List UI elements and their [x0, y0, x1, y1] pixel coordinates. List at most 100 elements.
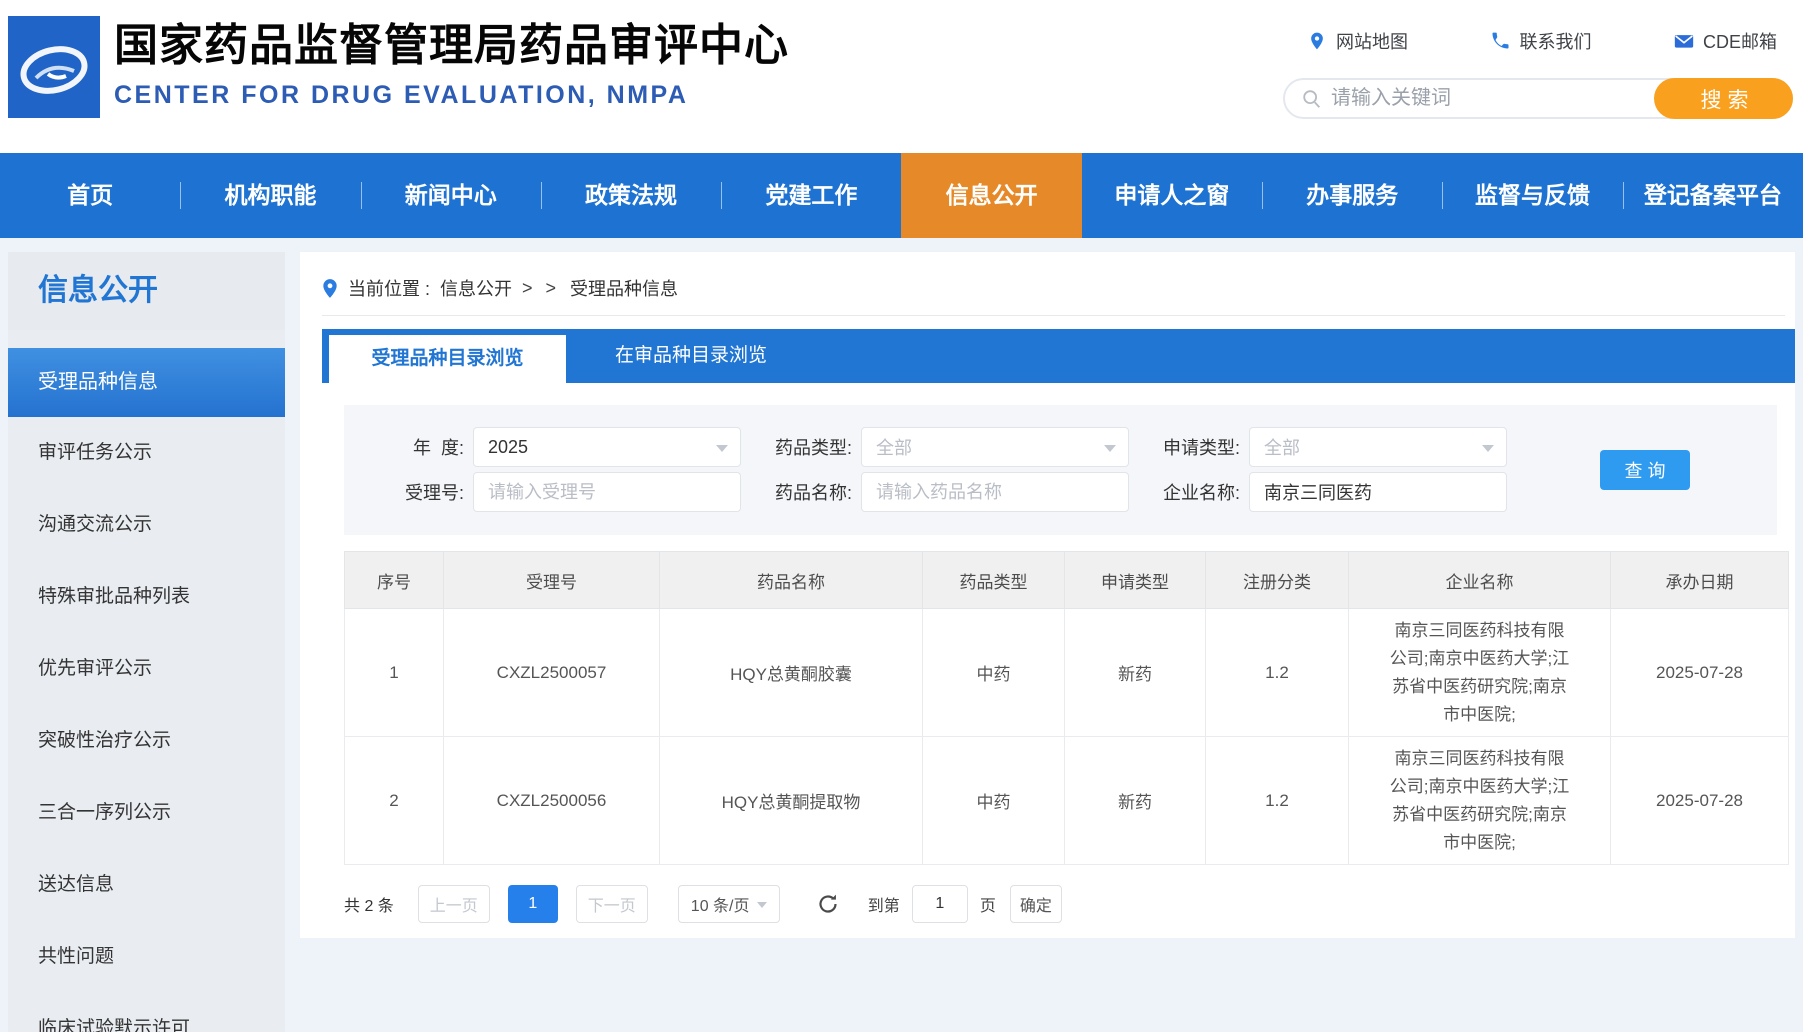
- quick-links: 网站地图 联系我们 CDE邮箱: [1283, 28, 1793, 54]
- cell-drug-name: HQY总黄酮胶囊: [660, 609, 923, 737]
- cell-apply-type: 新药: [1065, 737, 1206, 865]
- apply-type-select[interactable]: 全部: [1249, 427, 1507, 467]
- nav-item-registration-platform[interactable]: 登记备案平台: [1623, 153, 1803, 238]
- contact-link[interactable]: 联系我们: [1490, 28, 1591, 54]
- apply-type-value: 全部: [1264, 434, 1300, 460]
- nav-item-info-disclosure[interactable]: 信息公开: [901, 153, 1081, 238]
- drug-type-select[interactable]: 全部: [861, 427, 1129, 467]
- location-pin-icon: [322, 278, 338, 299]
- content-panel: 当前位置 : 信息公开 > > 受理品种信息 受理品种目录浏览 在审品种目录浏览…: [300, 252, 1795, 938]
- col-header-drug-type: 药品类型: [923, 552, 1065, 609]
- breadcrumb-current: 受理品种信息: [570, 275, 678, 301]
- sidebar-item-accepted-variety-info[interactable]: 受理品种信息: [8, 348, 285, 417]
- location-pin-icon: [1307, 31, 1327, 51]
- mail-label: CDE邮箱: [1703, 28, 1777, 54]
- page-jump-input[interactable]: [912, 885, 968, 923]
- col-header-accept-no: 受理号: [444, 552, 660, 609]
- sidebar-item-special-approval-list[interactable]: 特殊审批品种列表: [8, 561, 285, 633]
- sidebar-item-delivery-info[interactable]: 送达信息: [8, 849, 285, 921]
- phone-icon: [1490, 31, 1510, 51]
- cell-accept-no: CXZL2500057: [444, 609, 660, 737]
- sidebar-title: 信息公开: [8, 252, 285, 330]
- nav-item-policies[interactable]: 政策法规: [541, 153, 721, 238]
- drug-type-label: 药品类型:: [754, 434, 852, 460]
- drug-type-value: 全部: [876, 434, 912, 460]
- org-titles: 国家药品监督管理局药品审评中心 CENTER FOR DRUG EVALUATI…: [114, 20, 789, 110]
- nav-item-applicant-window[interactable]: 申请人之窗: [1082, 153, 1262, 238]
- cell-drug-name: HQY总黄酮提取物: [660, 737, 923, 865]
- site-header: 国家药品监督管理局药品审评中心 CENTER FOR DRUG EVALUATI…: [0, 0, 1803, 153]
- cell-accept-no: CXZL2500056: [444, 737, 660, 865]
- drug-name-input[interactable]: [861, 472, 1129, 512]
- sidebar: 信息公开 受理品种信息 审评任务公示 沟通交流公示 特殊审批品种列表 优先审评公…: [8, 252, 285, 1032]
- breadcrumb-section-link[interactable]: 信息公开: [440, 275, 512, 301]
- chevron-down-icon: [1104, 445, 1116, 452]
- cell-no: 1: [345, 609, 444, 737]
- nav-item-supervision-feedback[interactable]: 监督与反馈: [1442, 153, 1622, 238]
- accept-no-input[interactable]: [473, 472, 741, 512]
- drug-name-label: 药品名称:: [754, 479, 852, 505]
- company-input[interactable]: [1249, 472, 1507, 512]
- chevron-down-icon: [1482, 445, 1494, 452]
- sidebar-item-three-in-one[interactable]: 三合一序列公示: [8, 777, 285, 849]
- col-header-drug-name: 药品名称: [660, 552, 923, 609]
- search-input[interactable]: [1331, 82, 1611, 115]
- header-right: 网站地图 联系我们 CDE邮箱: [1283, 28, 1793, 119]
- tab-accepted-catalog[interactable]: 受理品种目录浏览: [329, 335, 566, 383]
- envelope-icon: [1674, 31, 1694, 51]
- col-header-date: 承办日期: [1611, 552, 1789, 609]
- page-1-button[interactable]: 1: [508, 885, 558, 923]
- table-header-row: 序号 受理号 药品名称 药品类型 申请类型 注册分类 企业名称 承办日期: [345, 552, 1789, 609]
- filter-row-2: 受理号: 药品名称: 企业名称:: [344, 472, 1777, 512]
- cell-drug-type: 中药: [923, 609, 1065, 737]
- sitemap-label: 网站地图: [1336, 28, 1408, 54]
- breadcrumb-separator: > >: [522, 278, 560, 299]
- year-select[interactable]: 2025: [473, 427, 741, 467]
- filter-panel: 年 度: 2025 药品类型: 全部 申请类型: 全部 受理号:: [344, 405, 1777, 535]
- search-bar: 搜索: [1283, 78, 1793, 119]
- year-label: 年 度:: [380, 434, 464, 460]
- page-unit-label: 页: [980, 892, 996, 916]
- col-header-apply-type: 申请类型: [1065, 552, 1206, 609]
- query-button[interactable]: 查 询: [1600, 450, 1690, 490]
- sidebar-item-breakthrough-therapy[interactable]: 突破性治疗公示: [8, 705, 285, 777]
- confirm-button[interactable]: 确定: [1010, 885, 1062, 923]
- cell-reg-class: 1.2: [1206, 737, 1349, 865]
- table-row: 2 CXZL2500056 HQY总黄酮提取物 中药 新药 1.2 南京三同医药…: [345, 737, 1789, 865]
- cell-date: 2025-07-28: [1611, 609, 1789, 737]
- breadcrumb-prefix: 当前位置 :: [348, 275, 430, 301]
- next-page-button[interactable]: 下一页: [576, 885, 648, 923]
- apply-type-label: 申请类型:: [1142, 434, 1240, 460]
- accept-no-label: 受理号:: [380, 479, 464, 505]
- nav-item-party-building[interactable]: 党建工作: [721, 153, 901, 238]
- nav-item-services[interactable]: 办事服务: [1262, 153, 1442, 238]
- cell-no: 2: [345, 737, 444, 865]
- org-subtitle: CENTER FOR DRUG EVALUATION, NMPA: [114, 81, 789, 110]
- nav-item-home[interactable]: 首页: [0, 153, 180, 238]
- sidebar-item-clinical-trial-implied-license[interactable]: 临床试验默示许可: [8, 993, 285, 1032]
- chevron-down-icon: [716, 445, 728, 452]
- nav-item-news-center[interactable]: 新闻中心: [361, 153, 541, 238]
- tabbar: 受理品种目录浏览 在审品种目录浏览: [322, 329, 1795, 383]
- sidebar-item-priority-review[interactable]: 优先审评公示: [8, 633, 285, 705]
- year-value: 2025: [488, 437, 528, 458]
- page-size-select[interactable]: 10 条/页: [678, 885, 780, 923]
- prev-page-button[interactable]: 上一页: [418, 885, 490, 923]
- company-label: 企业名称:: [1142, 479, 1240, 505]
- mail-link[interactable]: CDE邮箱: [1674, 28, 1777, 54]
- results-table: 序号 受理号 药品名称 药品类型 申请类型 注册分类 企业名称 承办日期 1 C…: [344, 551, 1789, 865]
- col-header-company: 企业名称: [1349, 552, 1611, 609]
- sidebar-item-communication[interactable]: 沟通交流公示: [8, 489, 285, 561]
- page-size-value: 10 条/页: [691, 892, 750, 916]
- cell-date: 2025-07-28: [1611, 737, 1789, 865]
- contact-label: 联系我们: [1519, 28, 1591, 54]
- search-button[interactable]: 搜索: [1654, 78, 1793, 119]
- col-header-reg-class: 注册分类: [1206, 552, 1349, 609]
- tab-under-review-catalog[interactable]: 在审品种目录浏览: [566, 329, 816, 383]
- goto-label: 到第: [868, 892, 900, 916]
- refresh-icon[interactable]: [816, 892, 840, 916]
- sitemap-link[interactable]: 网站地图: [1307, 28, 1408, 54]
- sidebar-item-review-tasks[interactable]: 审评任务公示: [8, 417, 285, 489]
- nav-item-org-functions[interactable]: 机构职能: [180, 153, 360, 238]
- sidebar-item-common-issues[interactable]: 共性问题: [8, 921, 285, 993]
